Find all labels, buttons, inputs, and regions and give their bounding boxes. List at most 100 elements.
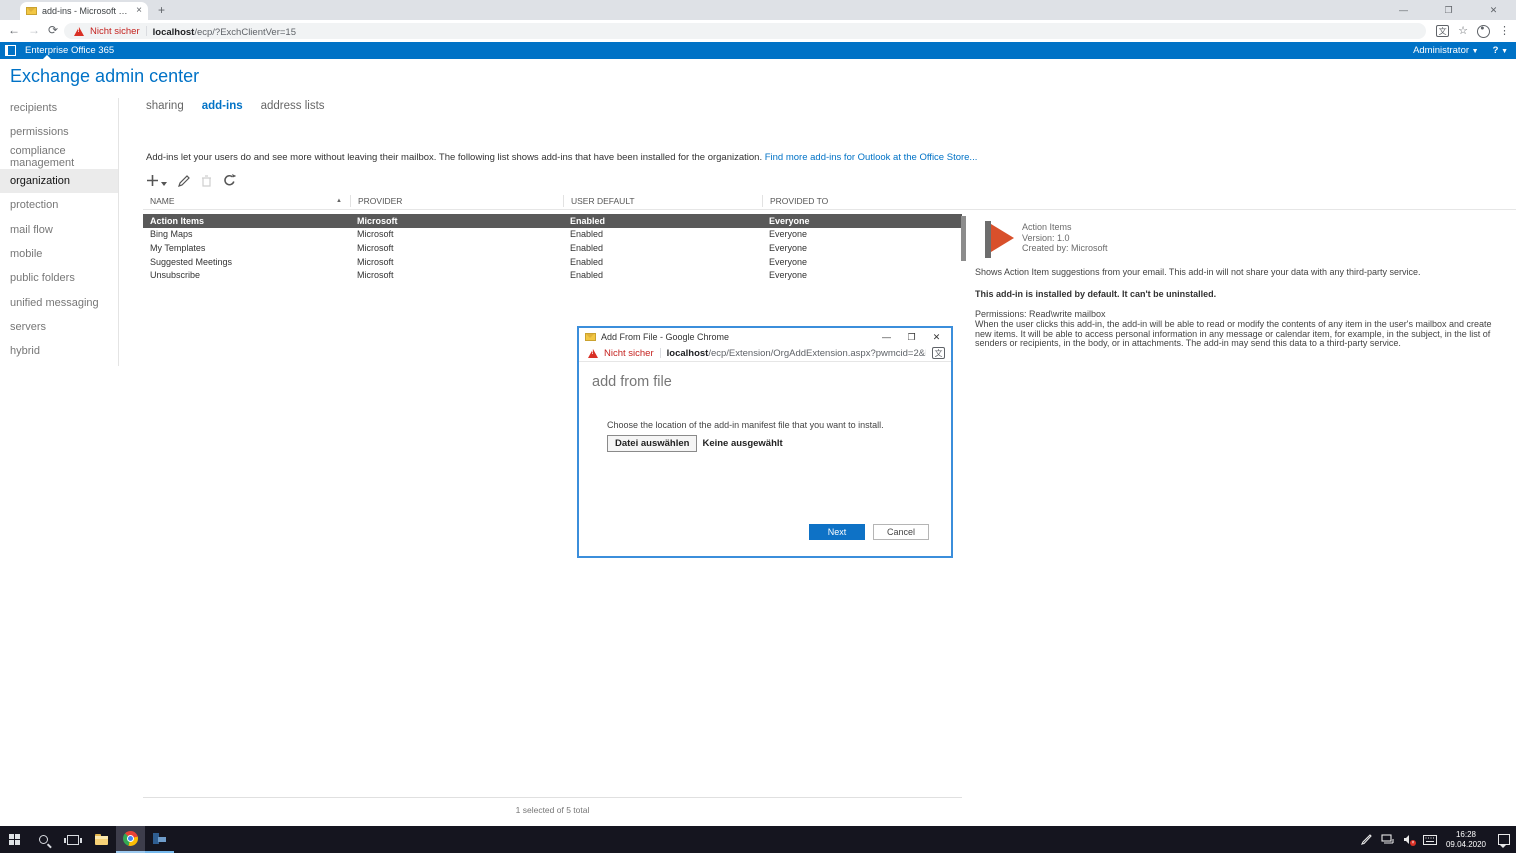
action-center-icon[interactable] <box>1498 834 1510 845</box>
tab-close-icon[interactable]: × <box>136 6 142 16</box>
chevron-down-icon: ▼ <box>1501 48 1508 55</box>
dialog-title: Add From File - Google Chrome <box>601 332 869 342</box>
sidebar-item-hybrid[interactable]: hybrid <box>0 339 118 363</box>
chrome-taskbar-button[interactable] <box>116 826 145 853</box>
task-view-button[interactable] <box>58 826 87 853</box>
sidebar-item-recipients[interactable]: recipients <box>0 96 118 120</box>
taskbar-clock[interactable]: 16:28 09.04.2020 <box>1446 830 1486 849</box>
bookmark-star-icon[interactable]: ☆ <box>1458 23 1468 39</box>
address-bar[interactable]: Nicht sicher localhost/ecp/?ExchClientVe… <box>64 23 1426 39</box>
tab-office-365[interactable]: Office 365 <box>71 42 114 59</box>
dialog-heading: add from file <box>592 374 672 390</box>
sidebar-item-compliance-management[interactable]: compliance management <box>0 145 118 169</box>
tab-add-ins[interactable]: add-ins <box>202 100 243 112</box>
details-title: Action Items <box>1022 222 1108 233</box>
choose-file-button[interactable]: Datei auswählen <box>607 435 697 452</box>
cell-provided-to: Everyone <box>762 270 962 280</box>
sidebar-item-public-folders[interactable]: public folders <box>0 266 118 290</box>
dialog-close-button[interactable]: ✕ <box>924 329 949 345</box>
sidebar-item-protection[interactable]: protection <box>0 193 118 217</box>
add-button[interactable] <box>146 174 167 187</box>
profile-avatar-icon[interactable] <box>1477 25 1490 38</box>
folder-icon <box>95 836 108 845</box>
column-header-provider[interactable]: PROVIDER <box>350 195 563 207</box>
taskbar-search-button[interactable] <box>29 826 58 853</box>
tab-title: add-ins - Microsoft Exchange <box>42 6 131 16</box>
sidebar-item-mobile[interactable]: mobile <box>0 242 118 266</box>
column-header-name[interactable]: NAME▲ <box>143 195 350 207</box>
file-explorer-button[interactable] <box>87 826 116 853</box>
cell-name: Suggested Meetings <box>143 257 350 267</box>
dialog-minimize-button[interactable]: — <box>874 329 899 345</box>
exchange-favicon-icon <box>26 7 37 15</box>
file-status-text: Keine ausgewählt <box>702 438 782 449</box>
new-tab-button[interactable]: + <box>158 3 165 17</box>
column-header-provided-to[interactable]: PROVIDED TO <box>762 195 962 207</box>
page-title: Exchange admin center <box>10 66 199 87</box>
cell-provider: Microsoft <box>350 257 563 267</box>
dialog-maximize-button[interactable]: ❐ <box>899 329 924 345</box>
browser-tab-strip: add-ins - Microsoft Exchange × + — ❐ ✕ <box>0 0 1516 20</box>
file-input: Datei auswählen Keine ausgewählt <box>607 435 783 452</box>
table-row[interactable]: My Templates Microsoft Enabled Everyone <box>143 241 962 255</box>
table-row[interactable]: Suggested Meetings Microsoft Enabled Eve… <box>143 255 962 269</box>
user-menu[interactable]: Administrator ▼ <box>1413 45 1479 56</box>
sidebar-item-mail-flow[interactable]: mail flow <box>0 217 118 241</box>
cell-name: My Templates <box>143 243 350 253</box>
details-created-by: Created by: Microsoft <box>1022 243 1108 254</box>
window-maximize-button[interactable]: ❐ <box>1426 0 1471 20</box>
touch-keyboard-icon[interactable] <box>1423 835 1437 845</box>
cancel-button[interactable]: Cancel <box>873 524 929 540</box>
cell-user-default: Enabled <box>563 270 762 280</box>
window-close-button[interactable]: ✕ <box>1471 0 1516 20</box>
url-host: localhost <box>153 27 195 38</box>
help-menu[interactable]: ? ▼ <box>1493 45 1508 56</box>
tab-sharing[interactable]: sharing <box>146 100 184 112</box>
scrollbar-thumb[interactable] <box>961 216 966 261</box>
table-row[interactable]: Action Items Microsoft Enabled Everyone <box>143 214 962 228</box>
pen-icon[interactable] <box>1361 834 1372 845</box>
start-button[interactable] <box>0 826 29 853</box>
dialog-address-bar[interactable]: Nicht sicher localhost/ecp/Extension/Org… <box>579 345 951 362</box>
window-minimize-button[interactable]: — <box>1381 0 1426 20</box>
url-divider <box>660 348 661 358</box>
sidebar-item-organization[interactable]: organization <box>0 169 118 193</box>
chrome-menu-icon[interactable]: ⋮ <box>1499 23 1510 39</box>
cell-provider: Microsoft <box>350 216 563 226</box>
details-version: Version: 1.0 <box>1022 233 1108 244</box>
sidebar-divider <box>118 98 119 366</box>
reload-icon[interactable]: ⟳ <box>48 23 58 37</box>
translate-icon[interactable]: 文 <box>1436 25 1449 37</box>
delete-button[interactable] <box>201 175 212 187</box>
volume-muted-icon[interactable]: × <box>1403 834 1414 845</box>
dialog-title-bar[interactable]: Add From File - Google Chrome — ❐ ✕ <box>579 328 951 345</box>
next-button[interactable]: Next <box>809 524 865 540</box>
translate-icon[interactable]: 文 <box>932 347 945 359</box>
office-store-link[interactable]: Find more add-ins for Outlook at the Off… <box>765 152 978 163</box>
dialog-url-host: localhost <box>667 348 709 359</box>
browser-tab[interactable]: add-ins - Microsoft Exchange × <box>20 2 148 20</box>
network-icon[interactable] <box>1381 834 1394 845</box>
cell-name: Action Items <box>143 216 350 226</box>
tab-address-lists[interactable]: address lists <box>261 100 325 112</box>
forward-icon[interactable]: → <box>28 23 40 37</box>
table-row[interactable]: Unsubscribe Microsoft Enabled Everyone <box>143 268 962 282</box>
tab-enterprise[interactable]: Enterprise <box>25 42 68 59</box>
sidebar-item-servers[interactable]: servers <box>0 315 118 339</box>
security-label[interactable]: Nicht sicher <box>90 26 140 37</box>
sidebar-item-unified-messaging[interactable]: unified messaging <box>0 290 118 314</box>
sidebar-item-permissions[interactable]: permissions <box>0 120 118 144</box>
eac-header-right: Administrator ▼ ? ▼ <box>1413 42 1508 59</box>
refresh-button[interactable] <box>223 174 236 187</box>
edit-button[interactable] <box>178 175 190 187</box>
office-logo-icon <box>5 45 16 56</box>
back-icon[interactable]: ← <box>8 23 20 37</box>
table-row[interactable]: Bing Maps Microsoft Enabled Everyone <box>143 228 962 242</box>
column-header-user-default[interactable]: USER DEFAULT <box>563 195 762 207</box>
cell-user-default: Enabled <box>563 216 762 226</box>
cell-name: Bing Maps <box>143 229 350 239</box>
dialog-window-controls: — ❐ ✕ <box>874 329 949 345</box>
server-app-icon <box>153 833 166 845</box>
app-taskbar-button[interactable] <box>145 826 174 853</box>
cell-provider: Microsoft <box>350 229 563 239</box>
